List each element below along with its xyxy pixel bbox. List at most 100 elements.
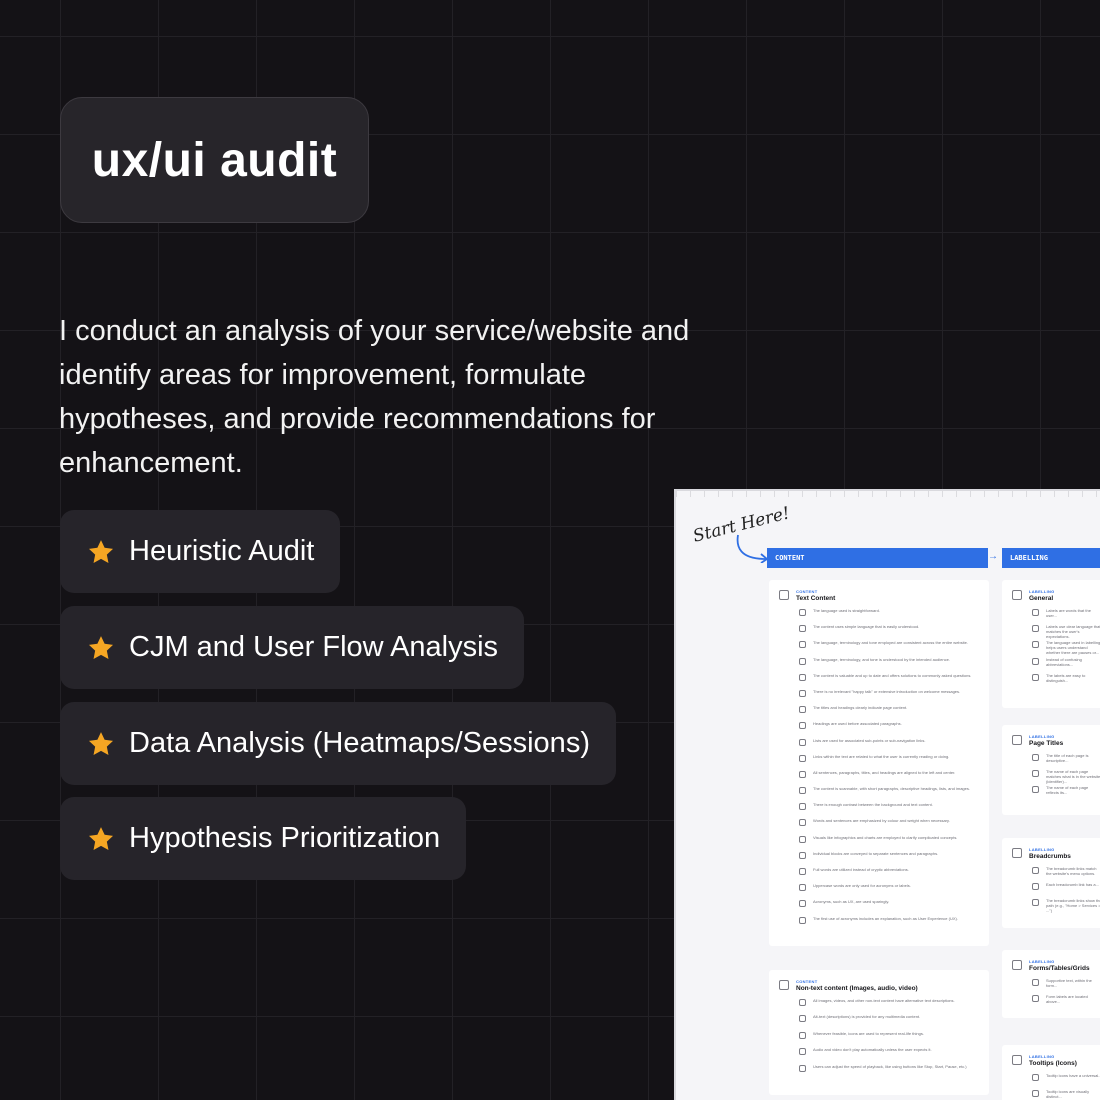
checklist-item-text: The language, terminology, and tone is u… (813, 656, 950, 662)
checklist-item-text: The labels are easy to distinguish... (1046, 672, 1086, 683)
checkbox[interactable] (1032, 673, 1039, 681)
checkbox[interactable] (1032, 770, 1039, 778)
checkbox[interactable] (1012, 1055, 1022, 1065)
checklist-item-text: All images, videos, and other non-text c… (813, 998, 955, 1003)
checklist-item-text: The language used in labelling helps use… (1046, 640, 1100, 656)
checklist-preview: Start Here! CONTENT → LABELLING CONTENT T… (674, 489, 1100, 1100)
checkbox[interactable] (799, 1031, 806, 1039)
checkbox[interactable] (1032, 979, 1039, 986)
checkbox[interactable] (799, 803, 806, 811)
checklist-item: Labels are words that the user... (1032, 608, 1100, 624)
checklist-item: The breadcrumb links show the path (e.g.… (1032, 898, 1100, 914)
checklist-card: LABELLING Page Titles The title of each pa… (1002, 725, 1100, 815)
column-header-content: CONTENT (767, 548, 988, 568)
card-tag: LABELLING (1029, 1054, 1055, 1059)
checklist-item: The content is valuable and up to date a… (799, 673, 979, 689)
checkbox[interactable] (1012, 960, 1022, 970)
checkbox[interactable] (1032, 609, 1039, 616)
checkbox[interactable] (799, 641, 806, 649)
checklist-item-text: Headings are used before associated para… (813, 721, 902, 727)
checkbox[interactable] (1032, 754, 1039, 761)
card-title: Page Titles (1029, 740, 1064, 747)
checkbox[interactable] (799, 657, 806, 665)
checkbox[interactable] (1032, 883, 1039, 891)
checkbox[interactable] (799, 770, 806, 778)
checklist-item: Full words are utilized instead of crypt… (799, 867, 979, 883)
checkbox[interactable] (799, 835, 806, 843)
checklist-item-text: Each breadcrumb link has a... (1046, 882, 1099, 888)
checkbox[interactable] (799, 722, 806, 730)
checkbox[interactable] (799, 900, 806, 908)
card-items: Labels are words that the user... Labels … (1012, 608, 1100, 689)
checkbox[interactable] (799, 625, 806, 633)
checkbox[interactable] (1032, 657, 1039, 665)
page-title: ux/ui audit (91, 133, 338, 187)
checklist-item-text: The name of each page matches what is in… (1046, 769, 1100, 785)
checkbox[interactable] (1032, 867, 1039, 874)
checkbox[interactable] (799, 819, 806, 827)
checkbox[interactable] (799, 851, 806, 859)
checklist-item-text: Acronyms, such as UX, are used sparingly… (813, 899, 890, 905)
checkbox[interactable] (1032, 786, 1039, 794)
checklist-item: The content is scannable, with short par… (799, 786, 979, 802)
checklist-item-text: There is no irrelevant "happy talk" or e… (813, 688, 961, 694)
checklist-item: Individual blocks are conveyed to separa… (799, 851, 979, 867)
checklist-item-text: The first use of acronyms includes an ex… (813, 915, 958, 921)
checklist-item: Words and sentences are emphasized by co… (799, 818, 979, 834)
checklist-item-text: All sentences, paragraphs, titles, and h… (813, 769, 956, 775)
card-tag: LABELLING (1029, 847, 1055, 852)
card-items: The title of each page is descriptive...… (1012, 753, 1100, 802)
intro-text: I conduct an analysis of your service/we… (59, 315, 690, 479)
checklist-item-text: Tooltip icons have a universal... (1046, 1073, 1100, 1078)
star-icon (88, 635, 114, 659)
checkbox[interactable] (1012, 735, 1022, 745)
checklist-item-text: The content uses simple language that is… (813, 624, 920, 630)
checkbox[interactable] (1032, 641, 1039, 649)
checkbox[interactable] (1032, 1074, 1039, 1081)
title-badge: ux/ui audit (60, 97, 369, 223)
checkbox[interactable] (799, 609, 806, 616)
service-label: Heuristic Audit (129, 535, 315, 567)
checkbox[interactable] (1032, 899, 1039, 907)
checkbox[interactable] (799, 738, 806, 746)
checkbox[interactable] (799, 706, 806, 714)
checkbox[interactable] (799, 673, 806, 681)
checkbox[interactable] (799, 916, 806, 924)
service-item-cjm-analysis: CJM and User Flow Analysis (60, 606, 525, 689)
card-items: All images, videos, and other non-text c… (779, 998, 979, 1080)
card-title: Text Content (796, 595, 836, 602)
checkbox[interactable] (779, 590, 789, 600)
checklist-item: There is no irrelevant "happy talk" or e… (799, 689, 979, 705)
checkbox[interactable] (799, 787, 806, 795)
checkbox[interactable] (1032, 1090, 1039, 1098)
checkbox[interactable] (799, 884, 806, 892)
checkbox[interactable] (1032, 625, 1039, 633)
checkbox[interactable] (799, 754, 806, 762)
checkbox[interactable] (799, 1064, 806, 1072)
checkbox[interactable] (799, 868, 806, 875)
checklist-item-text: Labels are words that the user... (1046, 608, 1091, 618)
checklist-item: The titles and headings clearly indicate… (799, 705, 979, 721)
checkbox[interactable] (1012, 590, 1022, 600)
checklist-item: Users can adjust the speed of playback, … (799, 1064, 979, 1080)
checklist-item: There is enough contrast between the bac… (799, 802, 979, 818)
checkbox[interactable] (779, 980, 789, 990)
checklist-item: The name of each page matches what is in… (1032, 769, 1100, 785)
checklist-item-text: The language, terminology and tone emplo… (813, 640, 968, 646)
checklist-item: The labels are easy to distinguish... (1032, 673, 1100, 689)
checklist-item-text: Uppercase words are only used for acrony… (813, 883, 911, 889)
checklist-item-text: Words and sentences are emphasized by co… (813, 818, 950, 824)
checkbox[interactable] (1032, 995, 1039, 1003)
checklist-item-text: Form labels are located above... (1046, 994, 1088, 1005)
checklist-item-text: There is enough contrast between the bac… (813, 802, 933, 808)
checkbox[interactable] (1012, 848, 1022, 858)
card-title: Forms/Tables/Grids (1029, 965, 1090, 972)
checkbox[interactable] (799, 999, 806, 1006)
checkbox[interactable] (799, 689, 806, 697)
star-icon (88, 826, 114, 850)
checklist-item: Visuals like infographics and charts are… (799, 835, 979, 851)
checklist-item: Alt-text (descriptions) is provided for … (799, 1014, 979, 1030)
checklist-item-text: Audio and video don't play automatically… (813, 1047, 932, 1053)
checkbox[interactable] (799, 1015, 806, 1023)
checkbox[interactable] (799, 1048, 806, 1056)
